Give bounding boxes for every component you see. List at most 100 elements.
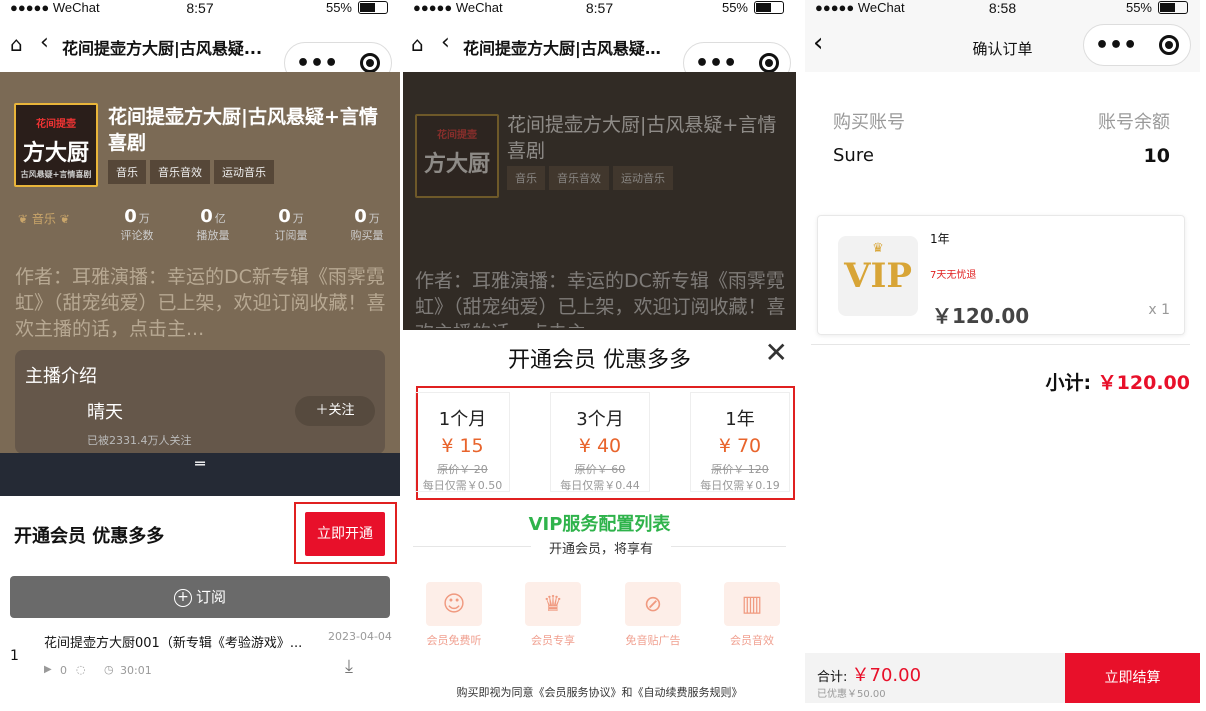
checkout-bar: 合计: ￥70.00 已优惠￥50.00 立即结算 xyxy=(805,653,1200,703)
anchor-name[interactable]: 晴天 xyxy=(87,398,123,424)
nav-bar: ⌂ ‹ 花间提壶方大厨|古风悬疑... ••• xyxy=(0,18,400,84)
account-label: 购买账号 xyxy=(833,112,905,133)
item-qty: x 1 xyxy=(1148,302,1170,318)
anchor-header: 主播介绍 xyxy=(25,366,97,387)
album-description: 作者：耳雅演播：幸运的DC新专辑《雨霁霓虹》（甜宠纯爱）已上架，欢迎订阅收藏！喜… xyxy=(415,270,786,328)
close-target-icon[interactable] xyxy=(360,53,381,73)
plan-duration: 1个月 xyxy=(438,409,487,430)
subscribe-button[interactable]: + 订阅 xyxy=(10,576,390,618)
plan-3-months[interactable]: 3个月 ¥ 40 原价￥ 60 每日仅需￥0.44 xyxy=(550,392,650,492)
back-icon[interactable]: ‹ xyxy=(40,30,49,55)
stat-subscriptions: 0 万订阅量 xyxy=(266,206,316,243)
battery-text: 55% xyxy=(325,0,352,15)
open-vip-button[interactable]: 立即开通 xyxy=(305,512,385,556)
stat-unit: 万 xyxy=(138,212,150,225)
plan-original-price: 原价￥ 60 xyxy=(574,463,626,476)
episode-title: 花间提壶方大厨001（新专辑《考验游戏》... xyxy=(44,636,303,651)
tag[interactable]: 音乐 xyxy=(108,160,146,184)
tag-list: 音乐 音乐音效 运动音乐 xyxy=(108,160,278,184)
stat-unit: 亿 xyxy=(214,212,226,225)
download-icon[interactable]: ⤓ xyxy=(345,656,353,677)
episode-index: 1 xyxy=(10,648,19,664)
home-icon[interactable]: ⌂ xyxy=(10,32,23,56)
subtotal-label: 小计: xyxy=(1045,372,1092,394)
dimmed-backdrop[interactable]: 花间提壶 方大厨 花间提壶方大厨|古风悬疑+言情喜剧 音乐 音乐音效 运动音乐 作者… xyxy=(403,72,796,330)
feature-sound-effects[interactable]: ▥ 会员音效 xyxy=(717,582,787,648)
sheet-title: 开通会员 优惠多多 xyxy=(508,348,691,373)
agreement-text[interactable]: 购买即视为同意《会员服务协议》和《自动续费服务规则》 xyxy=(403,684,796,700)
close-target-icon[interactable] xyxy=(1159,35,1180,55)
album-description[interactable]: 作者：耳雅演播：幸运的DC新专辑《雨霁霓虹》（甜宠纯爱）已上架，欢迎订阅收藏！喜… xyxy=(15,264,387,342)
stat-label: 购买量 xyxy=(350,229,384,242)
album-title: 花间提壶方大厨|古风悬疑+言情喜剧 xyxy=(507,114,777,162)
tag[interactable]: 音乐音效 xyxy=(150,160,210,184)
no-ads-icon: ⊘ xyxy=(625,582,681,626)
feature-no-ads[interactable]: ⊘ 免音贴广告 xyxy=(618,582,688,648)
follow-button[interactable]: ＋关注 xyxy=(295,396,375,426)
balance-label: 账号余额 xyxy=(1098,112,1170,133)
close-target-icon[interactable] xyxy=(759,53,780,73)
plan-daily: 每日仅需￥0.44 xyxy=(560,479,640,492)
stat-num: 0 xyxy=(354,206,367,227)
battery-icon xyxy=(1158,1,1188,14)
feature-exclusive[interactable]: ♛ 会员专享 xyxy=(518,582,588,648)
subtotal: 小计: ￥120.00 xyxy=(1045,368,1190,395)
stat-num: 0 xyxy=(124,206,137,227)
plan-1-month[interactable]: 1个月 ¥ 15 原价￥ 20 每日仅需￥0.50 xyxy=(415,392,510,492)
tag: 音乐音效 xyxy=(549,166,609,190)
balance-value: 10 xyxy=(1143,145,1170,167)
plan-duration: 3个月 xyxy=(576,409,624,430)
smile-icon: ☺ xyxy=(426,582,482,626)
item-note: 7天无忧退 xyxy=(930,270,977,281)
plan-price: ¥ 70 xyxy=(718,435,762,457)
status-bar: ●●●●● WeChat 8:57 55% xyxy=(403,0,796,18)
tag: 运动音乐 xyxy=(613,166,673,190)
order-item-card[interactable]: ♛ VIP 1年 7天无忧退 ￥120.00 x 1 xyxy=(817,215,1185,335)
plan-original-price: 原价￥ 120 xyxy=(711,463,769,476)
play-count: 0 xyxy=(60,664,67,677)
mini-program-capsule[interactable]: ••• xyxy=(1083,24,1191,66)
carrier: ●●●●● WeChat xyxy=(815,0,905,15)
item-price: ￥120.00 xyxy=(932,304,1030,328)
crown-icon: ♛ xyxy=(525,582,581,626)
stat-label: 订阅量 xyxy=(274,229,308,242)
anchor-card: 主播介绍 晴天 已被2331.4万人关注 ＋关注 xyxy=(15,350,385,454)
episode-date: 2023-04-04 xyxy=(328,630,392,643)
item-name: 1年 xyxy=(930,232,950,246)
subscribe-label: 订阅 xyxy=(195,588,226,606)
stat-plays: 0 亿播放量 xyxy=(188,206,238,243)
clock: 8:58 xyxy=(988,0,1017,16)
account-value: Sure xyxy=(833,145,874,166)
drag-handle-icon[interactable]: ═ xyxy=(195,454,205,473)
divider xyxy=(811,344,1190,345)
total-label: 合计: xyxy=(817,670,848,685)
plan-daily: 每日仅需￥0.50 xyxy=(422,479,503,492)
plan-1-year[interactable]: 1年 ¥ 70 原价￥ 120 每日仅需￥0.19 xyxy=(690,392,790,492)
back-icon[interactable]: ‹ xyxy=(441,30,450,55)
vip-sheet-page: ●●●●● WeChat 8:57 55% ⌂ ‹ 花间提壶方大厨|古风悬疑..… xyxy=(403,0,796,711)
battery-icon xyxy=(358,1,388,14)
tag[interactable]: 运动音乐 xyxy=(214,160,274,184)
drag-handle-bar[interactable]: ═ xyxy=(0,453,400,496)
feature-free-listen[interactable]: ☺ 会员免费听 xyxy=(419,582,489,648)
episode-row[interactable]: 1 花间提壶方大厨001（新专辑《考验游戏》... 2023-04-04 ▶ 0… xyxy=(0,626,400,686)
checkout-button[interactable]: 立即结算 xyxy=(1065,653,1200,703)
category-badge: ❦ 音乐 ❦ xyxy=(18,212,70,226)
feature-label: 会员免费听 xyxy=(426,634,482,647)
more-icon[interactable]: ••• xyxy=(1095,33,1137,58)
plan-duration: 1年 xyxy=(725,409,755,430)
vip-logo-text: VIP xyxy=(844,256,912,296)
plan-price: ¥ 40 xyxy=(578,435,622,457)
home-icon[interactable]: ⌂ xyxy=(411,32,424,56)
discount-text: 已优惠￥50.00 xyxy=(817,689,886,700)
stat-num: 0 xyxy=(200,206,213,227)
clock: 8:57 xyxy=(186,0,214,16)
album-cover: 花间提壶 方大厨 古风悬疑+言情喜剧 xyxy=(14,103,98,187)
carrier: ●●●●● WeChat xyxy=(413,0,503,15)
play-count-icon: ▶ xyxy=(44,664,52,675)
album-page: ●●●●● WeChat 8:57 55% ⌂ ‹ 花间提壶方大厨|古风悬疑..… xyxy=(0,0,400,711)
subtotal-value: ￥120.00 xyxy=(1097,372,1190,394)
nav-title: 花间提壶方大厨|古风悬疑... xyxy=(62,39,263,58)
close-icon[interactable]: ✕ xyxy=(765,336,788,369)
plus-circle-icon: + xyxy=(173,588,192,607)
